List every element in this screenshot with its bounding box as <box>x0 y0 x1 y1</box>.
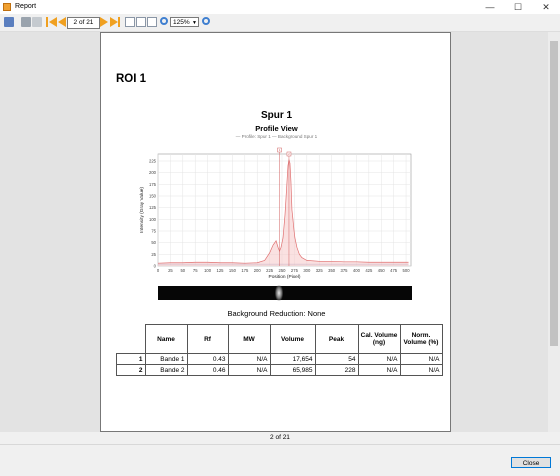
table-cell: N/A <box>399 353 443 365</box>
x-tick-label: 225 <box>266 268 274 273</box>
fit-page-icon[interactable] <box>147 17 157 27</box>
x-tick-label: 400 <box>353 268 361 273</box>
table-row: 2 Bande 2 0.46 N/A 65,985 228 N/A N/A <box>116 364 443 376</box>
email-icon[interactable] <box>32 17 42 27</box>
y-tick-label: 150 <box>149 194 157 199</box>
table-cell: Bande 1 <box>144 353 188 365</box>
x-tick-label: 500 <box>403 268 411 273</box>
y-tick-label: 200 <box>149 170 157 175</box>
x-tick-label: 50 <box>180 268 185 273</box>
chevron-down-icon: ▼ <box>192 20 197 26</box>
table-cell: N/A <box>357 353 401 365</box>
zoom-in-icon[interactable] <box>202 17 210 25</box>
x-tick-label: 75 <box>193 268 198 273</box>
x-tick-label: 125 <box>217 268 225 273</box>
x-axis-label: Position (Pixel) <box>269 274 301 280</box>
table-header-cell: MW <box>227 324 271 354</box>
zoom-value: 125% <box>173 19 190 26</box>
table-cell: N/A <box>227 353 271 365</box>
table-header-cell: Cal. Volume (ng) <box>357 324 401 354</box>
x-tick-label: 450 <box>378 268 386 273</box>
results-table: Name Rf MW Volume Peak Cal. Volume (ng) … <box>116 324 443 376</box>
y-tick-label: 50 <box>151 240 156 245</box>
table-cell: 0.46 <box>186 364 229 376</box>
close-window-button[interactable]: ✕ <box>532 0 560 14</box>
table-header-cell <box>116 324 146 354</box>
x-tick-label: 300 <box>303 268 311 273</box>
table-cell: 228 <box>314 364 359 376</box>
x-tick-label: 325 <box>316 268 324 273</box>
table-header-cell: Norm. Volume (%) <box>399 324 443 354</box>
previous-page-icon[interactable] <box>58 17 66 27</box>
maximize-button[interactable]: ☐ <box>504 0 532 14</box>
y-tick-label: 125 <box>149 205 157 210</box>
print-icon[interactable] <box>21 17 31 27</box>
x-tick-label: 475 <box>390 268 398 273</box>
report-page: ROI 1 Spur 1 Profile View — Profile: Spu… <box>100 32 451 432</box>
table-cell: 17,654 <box>269 353 316 365</box>
roi-title: ROI 1 <box>116 73 147 85</box>
table-cell: 1 <box>116 353 146 365</box>
minimize-button[interactable]: — <box>476 0 504 14</box>
vertical-scrollbar-thumb[interactable] <box>550 41 558 346</box>
table-row: 1 Bande 1 0.43 N/A 17,654 54 N/A N/A <box>116 353 443 365</box>
title-bar: Report — ☐ ✕ <box>0 0 560 14</box>
save-icon[interactable] <box>4 17 14 27</box>
x-tick-label: 350 <box>328 268 336 273</box>
x-tick-label: 425 <box>365 268 373 273</box>
background-reduction-text: Background Reduction: None <box>227 309 326 318</box>
gel-lane-image <box>158 286 412 300</box>
zoom-out-icon[interactable] <box>160 17 168 25</box>
fit-width-icon[interactable] <box>136 17 146 27</box>
x-tick-label: 25 <box>168 268 173 273</box>
x-tick-label: 375 <box>341 268 349 273</box>
x-tick-label: 150 <box>229 268 237 273</box>
gel-band-highlight <box>275 285 283 301</box>
table-cell: 2 <box>116 364 146 376</box>
y-tick-label: 75 <box>151 229 156 234</box>
table-cell: N/A <box>357 364 401 376</box>
x-tick-label: 175 <box>241 268 249 273</box>
table-header-cell: Name <box>144 324 188 354</box>
single-page-icon[interactable] <box>125 17 135 27</box>
table-cell: 65,985 <box>269 364 316 376</box>
x-tick-label: 250 <box>279 268 287 273</box>
table-cell: Bande 2 <box>144 364 188 376</box>
last-page-icon[interactable] <box>110 17 118 27</box>
table-header-cell: Rf <box>186 324 229 354</box>
next-page-icon[interactable] <box>100 17 108 27</box>
table-header-cell: Volume <box>269 324 316 354</box>
profile-chart: 0 25 50 75 100 125 150 175 200 225 250 275 300 325 350… <box>139 147 412 280</box>
chart-title: Spur 1 <box>260 110 293 121</box>
y-tick-label: 25 <box>151 252 156 257</box>
x-tick-label: 100 <box>204 268 212 273</box>
x-tick-label: 200 <box>254 268 262 273</box>
chart-subtitle: Profile View <box>255 124 298 133</box>
zoom-select[interactable]: 125% ▼ <box>170 17 199 27</box>
page-number-input[interactable]: 2 of 21 <box>67 17 100 29</box>
x-tick-label: 0 <box>157 268 160 273</box>
status-bar: 2 of 21 <box>0 432 560 444</box>
y-tick-label: 100 <box>149 217 157 222</box>
window-title: Report <box>15 3 37 10</box>
first-page-bar-icon <box>46 17 48 27</box>
y-tick-label: 175 <box>149 182 157 187</box>
y-tick-label: 225 <box>149 159 157 164</box>
chart-legend: — Profile: Spur 1 — Background Spur 1 <box>235 134 318 139</box>
y-axis-label: Intensity (Gray Value) <box>139 187 145 233</box>
last-page-bar-icon <box>118 17 120 27</box>
first-page-icon[interactable] <box>49 17 57 27</box>
status-page-text: 2 of 21 <box>270 434 290 441</box>
table-header-cell: Peak <box>314 324 359 354</box>
table-cell: N/A <box>399 364 443 376</box>
table-header-row: Name Rf MW Volume Peak Cal. Volume (ng) … <box>116 324 443 354</box>
dialog-footer <box>0 444 560 476</box>
table-cell: 0.43 <box>186 353 229 365</box>
x-tick-label: 275 <box>291 268 299 273</box>
table-cell: N/A <box>227 364 271 376</box>
report-app-icon <box>3 3 11 11</box>
close-button[interactable]: Close <box>511 457 551 468</box>
table-cell: 54 <box>314 353 359 365</box>
